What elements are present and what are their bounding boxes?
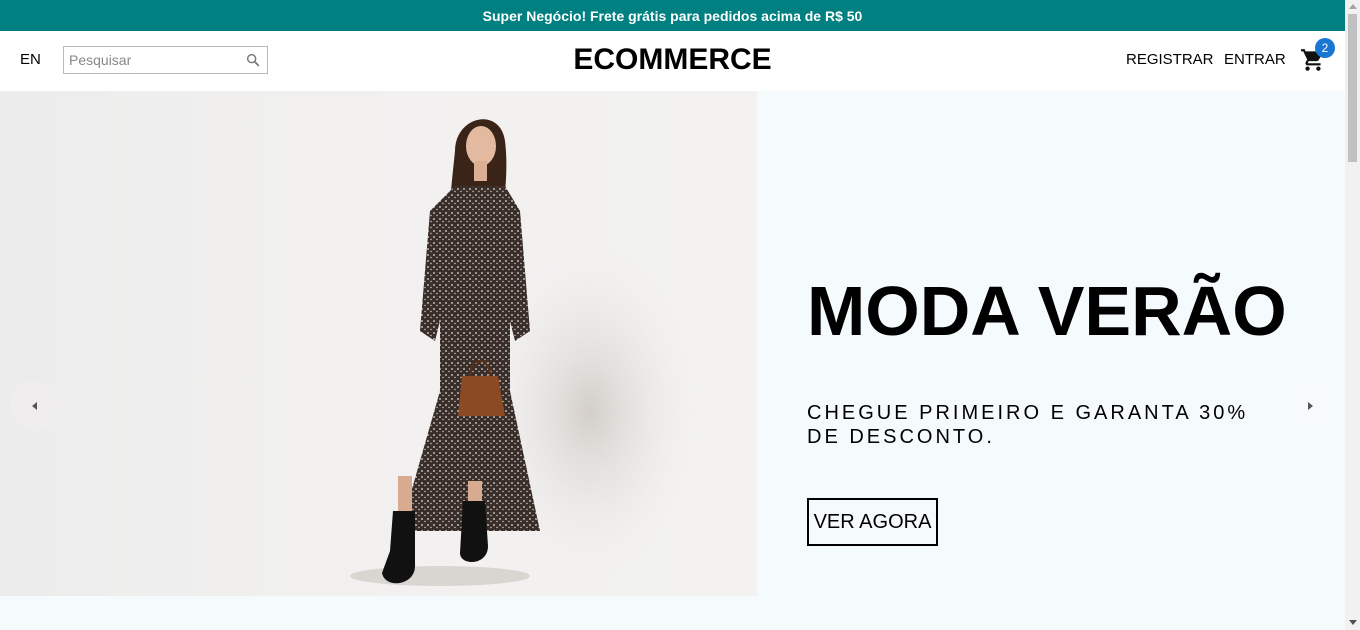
register-link[interactable]: REGISTRAR bbox=[1126, 51, 1214, 68]
hero-info: MODA VERÃO CHEGUE PRIMEIRO E GARANTA 30%… bbox=[807, 91, 1287, 596]
language-selector[interactable]: EN bbox=[20, 51, 41, 68]
slider-prev-button[interactable] bbox=[10, 381, 60, 431]
announcement-bar: Super Negócio! Frete grátis para pedidos… bbox=[0, 0, 1345, 31]
search-input[interactable] bbox=[64, 48, 239, 72]
login-link[interactable]: ENTRAR bbox=[1224, 51, 1286, 68]
hero-description: CHEGUE PRIMEIRO E GARANTA 30% DE DESCONT… bbox=[807, 402, 1249, 448]
hero-slider: MODA VERÃO CHEGUE PRIMEIRO E GARANTA 30%… bbox=[0, 91, 1345, 596]
shop-now-button[interactable]: VER AGORA bbox=[807, 498, 938, 546]
navbar: EN ECOMMERCE REGISTRAR ENTRAR 2 bbox=[0, 31, 1345, 91]
arrow-left-icon bbox=[32, 402, 37, 410]
arrow-right-icon bbox=[1308, 402, 1313, 410]
slider-next-button[interactable] bbox=[1285, 381, 1335, 431]
model-illustration bbox=[350, 119, 700, 586]
scroll-thumb[interactable] bbox=[1348, 14, 1357, 162]
search-icon[interactable] bbox=[245, 52, 261, 68]
scroll-down-arrow[interactable] bbox=[1349, 620, 1357, 625]
page-content-start bbox=[0, 596, 1345, 630]
hero-image bbox=[0, 91, 757, 596]
search-box bbox=[63, 46, 268, 74]
scroll-up-arrow[interactable] bbox=[1349, 4, 1357, 9]
cart-badge: 2 bbox=[1315, 38, 1335, 58]
scrollbar[interactable] bbox=[1345, 0, 1360, 630]
announcement-text: Super Negócio! Frete grátis para pedidos… bbox=[482, 7, 863, 24]
hero-title: MODA VERÃO bbox=[807, 272, 1287, 350]
